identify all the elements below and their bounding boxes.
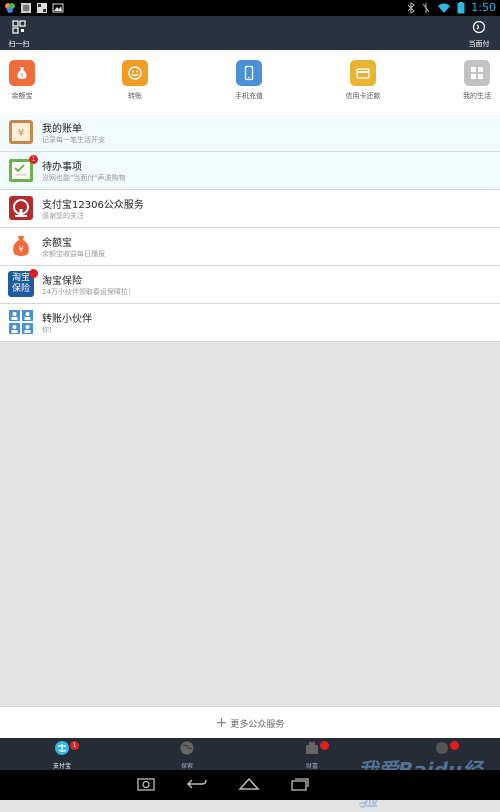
list-item-subtitle: 余额宝收益每日播报 <box>42 250 105 258</box>
recent-apps-icon[interactable] <box>290 777 310 791</box>
bill-icon: ¥ <box>9 120 33 144</box>
quick-action-yuebao[interactable]: ¥ 余额宝 <box>0 60 52 101</box>
list-item-taobao-insurance[interactable]: 淘宝 保险 淘宝保险 24万小伙伴领取春运保障拉！ <box>0 266 500 304</box>
list-item-title: 余额宝 <box>42 238 72 249</box>
quick-action-label: 余额宝 <box>11 92 33 100</box>
list-item-bill[interactable]: ¥ 我的账单 记录每一笔生活开支 <box>0 114 500 152</box>
list-item-title: 我的账单 <box>42 124 82 135</box>
home-icon[interactable] <box>238 777 260 791</box>
tab-label: 探索 <box>180 763 193 770</box>
tab-explore[interactable]: 探索 <box>157 740 217 770</box>
system-nav-bar <box>0 770 500 800</box>
clock: 1:50 <box>471 1 496 14</box>
railway-icon <box>9 196 33 220</box>
back-icon[interactable] <box>186 777 208 791</box>
grid-icon <box>464 60 490 86</box>
quick-action-label: 我的生活 <box>463 92 491 100</box>
list-item-todo[interactable]: 1 待办事项 没网也能"当面付"声波购物 <box>0 152 500 190</box>
no-sim-icon <box>422 2 430 13</box>
list-item-subtitle: 感谢您的关注 <box>42 212 84 220</box>
more-services-button[interactable]: + 更多公众服务 <box>0 706 500 739</box>
plus-icon: + <box>215 715 228 731</box>
gallery-notification-icon <box>52 3 64 13</box>
app-notification-icon <box>5 3 15 13</box>
service-list: ¥ 我的账单 记录每一笔生活开支 1 待办事项 没网也能"当面付"声波购物 支付… <box>0 114 500 342</box>
globe-icon <box>180 741 194 755</box>
list-item-transfer-friends[interactable]: 转账小伙伴 你! <box>0 304 500 342</box>
list-item-subtitle: 记录每一笔生活开支 <box>42 136 105 144</box>
money-bag-icon: ¥ <box>9 60 35 86</box>
tab-alipay[interactable]: 1 支付宝 <box>32 740 92 770</box>
list-item-subtitle: 没网也能"当面付"声波购物 <box>42 174 126 182</box>
quick-action-my-life[interactable]: 我的生活 <box>447 60 500 101</box>
pay-in-person-label: 当面付 <box>468 40 490 48</box>
wifi-icon <box>438 3 451 13</box>
scan-label: 扫一扫 <box>8 40 30 48</box>
pay-in-person-button[interactable]: 当面付 <box>464 19 494 49</box>
battery-icon <box>457 1 465 13</box>
more-services-label: 更多公众服务 <box>230 719 285 730</box>
notification-icons <box>4 2 64 14</box>
list-item-12306[interactable]: 支付宝12306公众服务 感谢您的关注 <box>0 190 500 228</box>
image-notification-icon <box>21 3 31 13</box>
tab-label: 财富 <box>305 763 318 770</box>
credit-card-icon <box>350 60 376 86</box>
svg-text:¥: ¥ <box>18 128 24 139</box>
list-item-title: 待办事项 <box>42 162 82 173</box>
notification-badge: 1 <box>29 155 38 164</box>
transfer-icon <box>122 60 148 86</box>
sound-wave-icon <box>472 20 486 34</box>
quick-action-credit-card[interactable]: 信用卡还款 <box>333 60 393 101</box>
svg-text:¥: ¥ <box>18 245 23 254</box>
quick-action-label: 手机充值 <box>235 92 263 100</box>
list-item-yuebao[interactable]: ¥ 余额宝 余额宝收益每日播报 <box>0 228 500 266</box>
list-item-subtitle: 你! <box>42 326 52 334</box>
scan-button[interactable]: 扫一扫 <box>6 19 32 49</box>
top-bar: 扫一扫 当面付 <box>0 16 500 50</box>
quick-action-transfer[interactable]: 转账 <box>105 60 165 101</box>
tab-more[interactable] <box>412 740 472 761</box>
tab-label: 支付宝 <box>52 763 71 770</box>
quick-action-label: 信用卡还款 <box>345 92 381 100</box>
quick-action-phone-recharge[interactable]: 手机充值 <box>219 60 279 101</box>
notification-badge <box>450 741 459 750</box>
qr-scan-icon <box>12 20 26 34</box>
screenshot-icon[interactable] <box>137 777 155 791</box>
bottom-tab-bar: 1 支付宝 探索 财富 <box>0 738 500 770</box>
status-bar: 1:50 <box>0 0 500 16</box>
wealth-icon <box>306 742 318 754</box>
list-item-subtitle: 24万小伙伴领取春运保障拉！ <box>42 288 135 296</box>
notification-badge <box>320 741 329 750</box>
phone-icon <box>236 60 262 86</box>
list-item-title: 淘宝保险 <box>42 276 82 287</box>
alipay-icon <box>55 741 69 755</box>
notification-badge: 1 <box>70 741 79 750</box>
notification-badge <box>29 269 38 278</box>
money-bag-icon: ¥ <box>13 236 29 256</box>
svg-text:¥: ¥ <box>20 73 23 79</box>
quick-action-label: 转账 <box>128 92 142 100</box>
tab-wealth[interactable]: 财富 <box>282 740 342 770</box>
contacts-icon <box>9 310 33 334</box>
qr-notification-icon <box>37 3 47 13</box>
list-item-title: 转账小伙伴 <box>42 314 92 325</box>
quick-actions: ¥ 余额宝 转账 手机充值 信用卡还款 我的生活 <box>0 50 500 115</box>
bluetooth-icon <box>407 1 416 14</box>
list-item-title: 支付宝12306公众服务 <box>42 200 144 211</box>
more-tab-icon <box>436 742 448 754</box>
